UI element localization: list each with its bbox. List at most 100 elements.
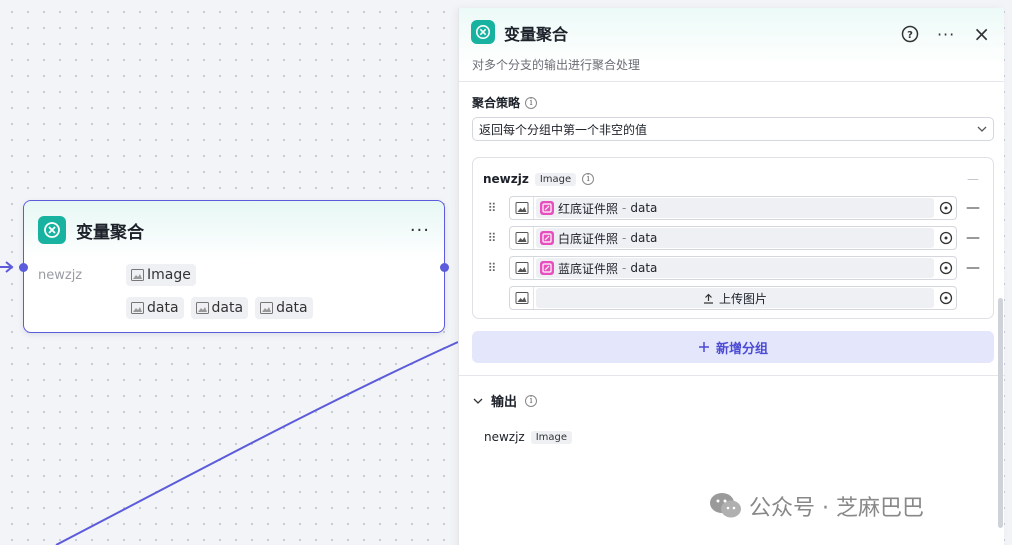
upload-label: 上传图片 xyxy=(718,291,767,306)
close-button[interactable]: × xyxy=(973,22,990,46)
chevron-down-icon xyxy=(473,398,483,404)
node-data-row: data data data xyxy=(126,297,320,319)
group-name[interactable]: newzjz xyxy=(483,172,529,186)
drag-handle-icon[interactable]: ⠿ xyxy=(485,231,499,245)
ref-field: data xyxy=(630,231,658,245)
variable-field[interactable]: 红底证件照 - data xyxy=(509,196,957,220)
upload-icon xyxy=(703,293,713,304)
group-item: ⠿ 蓝底证件照 - data — xyxy=(485,256,980,280)
node-ref-icon xyxy=(540,261,554,275)
upload-row: 上传图片 xyxy=(485,286,957,310)
ref-field: data xyxy=(630,201,658,215)
remove-item-button[interactable]: — xyxy=(966,230,980,246)
image-type-icon[interactable] xyxy=(510,287,534,309)
drag-handle-icon[interactable]: ⠿ xyxy=(485,201,499,215)
variable-reference: 红底证件照 - data xyxy=(536,198,934,218)
strategy-label: 聚合策略 i xyxy=(472,94,538,111)
variable-reference: 蓝底证件照 - data xyxy=(536,258,934,278)
node-title: 变量聚合 xyxy=(76,222,144,243)
node-more-button[interactable]: ··· xyxy=(410,220,430,241)
ref-field: data xyxy=(630,261,658,275)
strategy-selected-value: 返回每个分组中第一个非空的值 xyxy=(479,122,648,137)
output-name: newzjz xyxy=(484,430,525,444)
panel-title: 变量聚合 xyxy=(504,25,569,44)
ref-source: 红底证件照 xyxy=(558,201,619,216)
aggregate-icon xyxy=(38,216,66,244)
drag-handle-icon[interactable]: ⠿ xyxy=(485,261,499,275)
upload-image-button[interactable]: 上传图片 xyxy=(536,288,934,308)
node-type-chip: Image xyxy=(126,264,196,286)
variable-field[interactable]: 白底证件照 - data xyxy=(509,226,957,250)
target-icon[interactable] xyxy=(936,291,956,305)
node-type-label: Image xyxy=(147,267,191,283)
info-icon[interactable]: i xyxy=(525,96,538,109)
remove-item-button[interactable]: — xyxy=(966,200,980,216)
info-icon[interactable]: i xyxy=(582,173,595,185)
upload-field[interactable]: 上传图片 xyxy=(509,286,957,310)
add-group-label: 新增分组 xyxy=(715,341,768,357)
node-data-label: data xyxy=(147,300,179,316)
panel-description: 对多个分支的输出进行聚合处理 xyxy=(472,58,641,72)
image-type-icon[interactable] xyxy=(510,227,534,249)
node-data-label: data xyxy=(211,300,244,316)
ref-separator: - xyxy=(622,201,627,215)
variable-field[interactable]: 蓝底证件照 - data xyxy=(509,256,957,280)
target-icon[interactable] xyxy=(936,201,956,215)
scrollbar[interactable] xyxy=(998,298,1003,528)
group-item: ⠿ 白底证件照 - data — xyxy=(485,226,980,250)
node-header: 变量聚合 ··· xyxy=(24,201,444,259)
chevron-down-icon xyxy=(977,124,987,135)
node-data-label: data xyxy=(276,300,308,316)
image-icon xyxy=(195,302,209,314)
node-ref-icon xyxy=(540,201,554,215)
input-port[interactable] xyxy=(19,263,28,272)
incoming-arrow-icon xyxy=(5,261,14,273)
node-data-chip: data xyxy=(190,297,249,319)
section-divider xyxy=(459,375,1005,376)
connection-line xyxy=(55,341,459,545)
aggregate-node[interactable]: 变量聚合 ··· newzjz Image data data data xyxy=(19,200,449,333)
variable-group: newzjz Image i — ⠿ 红底证件照 - data — ⠿ 白底证件… xyxy=(472,157,994,319)
aggregate-icon xyxy=(471,20,495,44)
remove-group-icon[interactable]: — xyxy=(967,172,979,186)
output-port[interactable] xyxy=(440,263,449,272)
watermark-text: 公众号 · 芝麻巴巴 xyxy=(749,496,924,521)
ref-separator: - xyxy=(622,261,627,275)
remove-item-button[interactable]: — xyxy=(966,260,980,276)
group-header: newzjz Image i xyxy=(483,172,595,186)
watermark: 公众号 · 芝麻巴巴 xyxy=(709,490,924,522)
ref-source: 白底证件照 xyxy=(558,231,619,246)
image-type-icon[interactable] xyxy=(510,257,534,279)
image-type-icon[interactable] xyxy=(510,197,534,219)
image-icon xyxy=(131,269,144,281)
panel-header: 变量聚合 对多个分支的输出进行聚合处理 ? ··· × xyxy=(459,8,1004,82)
node-var-row: newzjz Image xyxy=(38,264,203,286)
ref-separator: - xyxy=(622,231,627,245)
node-config-panel: 变量聚合 对多个分支的输出进行聚合处理 ? ··· × 聚合策略 i 返回每个分… xyxy=(458,8,1005,545)
image-icon xyxy=(131,302,144,314)
node-var-name: newzjz xyxy=(38,267,83,283)
strategy-select[interactable]: 返回每个分组中第一个非空的值 xyxy=(472,117,994,141)
group-item: ⠿ 红底证件照 - data — xyxy=(485,196,980,220)
group-type-tag: Image xyxy=(534,172,577,186)
node-ref-icon xyxy=(540,231,554,245)
image-icon xyxy=(260,302,274,314)
output-variable: newzjz Image xyxy=(484,430,573,444)
variable-reference: 白底证件照 - data xyxy=(536,228,934,248)
info-icon[interactable]: i xyxy=(525,394,538,407)
output-type-tag: Image xyxy=(530,430,573,444)
ref-source: 蓝底证件照 xyxy=(558,261,619,276)
target-icon[interactable] xyxy=(936,261,956,275)
output-section-header[interactable]: 输出 i xyxy=(473,391,538,410)
plus-icon xyxy=(698,342,709,352)
node-data-chip: data xyxy=(255,297,313,319)
node-data-chip: data xyxy=(126,297,184,319)
svg-text:?: ? xyxy=(907,30,913,41)
panel-toolbar: ? ··· × xyxy=(901,22,990,46)
help-icon[interactable]: ? xyxy=(901,25,919,43)
add-group-button[interactable]: 新增分组 xyxy=(472,331,994,363)
target-icon[interactable] xyxy=(936,231,956,245)
wechat-icon xyxy=(709,492,743,520)
output-label: 输出 xyxy=(491,395,518,410)
more-options-button[interactable]: ··· xyxy=(937,25,955,44)
